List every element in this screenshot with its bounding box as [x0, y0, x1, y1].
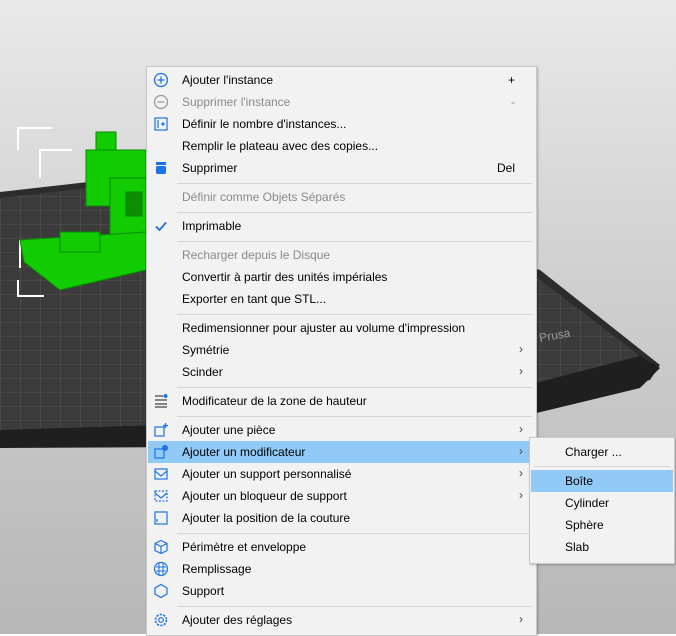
menu-item-label: Supprimer l'instance: [182, 95, 291, 109]
menu-item-perimeters[interactable]: Périmètre et enveloppe: [148, 536, 535, 558]
menu-separator: [177, 533, 532, 534]
menu-separator: [177, 387, 532, 388]
menu-item-label: Convertir à partir des unités impériales: [182, 270, 388, 284]
menu-item-label: Ajouter un bloqueur de support: [182, 489, 347, 503]
menu-item-remove-instance[interactable]: Supprimer l'instance -: [148, 91, 535, 113]
checkmark-icon: [155, 221, 167, 232]
chevron-right-icon: ›: [519, 466, 523, 480]
menu-item-add-modifier[interactable]: Ajouter un modificateur ›: [148, 441, 535, 463]
submenu-item-label: Slab: [565, 540, 590, 554]
context-menu: Ajouter l'instance + Supprimer l'instanc…: [146, 66, 537, 636]
menu-item-set-separate[interactable]: Définir comme Objets Séparés: [148, 186, 535, 208]
chevron-right-icon: ›: [519, 364, 523, 378]
menu-item-convert-imperial[interactable]: Convertir à partir des unités impériales: [148, 266, 535, 288]
menu-item-add-support-blocker[interactable]: Ajouter un bloqueur de support ›: [148, 485, 535, 507]
submenu-item-label: Sphère: [565, 518, 604, 532]
cube-shell-icon: [154, 539, 168, 555]
height-range-icon: [155, 394, 168, 408]
menu-item-label: Définir comme Objets Séparés: [182, 190, 346, 204]
menu-separator: [177, 183, 532, 184]
chevron-right-icon: ›: [519, 342, 523, 356]
menu-item-add-settings[interactable]: Ajouter des réglages ›: [148, 609, 535, 631]
chevron-right-icon: ›: [519, 488, 523, 502]
submenu-item-label: Boîte: [565, 474, 594, 488]
menu-item-set-instances[interactable]: Définir le nombre d'instances...: [148, 113, 535, 135]
menu-item-label: Ajouter une pièce: [182, 423, 276, 437]
menu-item-label: Support: [182, 584, 225, 598]
menu-item-label: Redimensionner pour ajuster au volume d'…: [182, 321, 466, 335]
chevron-right-icon: ›: [519, 444, 523, 458]
infill-icon: [153, 561, 169, 577]
seam-icon: [154, 511, 168, 525]
menu-item-reload[interactable]: Recharger depuis le Disque: [148, 244, 535, 266]
menu-item-fill-bed[interactable]: Remplir le plateau avec des copies...: [148, 135, 535, 157]
add-modifier-icon: [154, 445, 168, 459]
menu-item-label: Ajouter un modificateur: [182, 445, 306, 459]
submenu-item-cylinder[interactable]: Cylinder: [531, 492, 673, 514]
trash-icon: [156, 162, 166, 174]
support-enforcer-icon: [154, 468, 168, 480]
plus-circle-icon: [153, 72, 169, 88]
menu-item-label: Définir le nombre d'instances...: [182, 117, 347, 131]
support-blocker-icon: [154, 490, 168, 502]
gear-icon: [154, 613, 168, 627]
menu-item-label: Ajouter des réglages: [182, 613, 293, 627]
modifier-submenu: Charger ... Boîte Cylinder Sphère Slab: [529, 437, 675, 564]
menu-item-mirror[interactable]: Symétrie ›: [148, 339, 535, 361]
menu-item-label: Supprimer: [182, 161, 238, 175]
menu-item-support[interactable]: Support: [148, 580, 535, 602]
support-icon: [154, 583, 168, 599]
menu-separator: [177, 212, 532, 213]
menu-separator: [177, 314, 532, 315]
menu-item-label: Ajouter la position de la couture: [182, 511, 351, 525]
submenu-item-sphere[interactable]: Sphère: [531, 514, 673, 536]
minus-circle-icon: [153, 94, 169, 110]
menu-item-label: Imprimable: [182, 219, 242, 233]
menu-separator: [177, 606, 532, 607]
menu-separator: [177, 241, 532, 242]
chevron-right-icon: ›: [519, 422, 523, 436]
menu-item-add-seam[interactable]: Ajouter la position de la couture: [148, 507, 535, 529]
menu-item-add-support-enforcer[interactable]: Ajouter un support personnalisé ›: [148, 463, 535, 485]
menu-item-label: Symétrie: [182, 343, 230, 357]
menu-item-scale-to-volume[interactable]: Redimensionner pour ajuster au volume d'…: [148, 317, 535, 339]
add-part-icon: [154, 423, 168, 437]
submenu-item-label: Cylinder: [565, 496, 610, 510]
menu-item-label: Ajouter l'instance: [182, 73, 274, 87]
menu-item-label: Périmètre et enveloppe: [182, 540, 307, 554]
menu-item-label: Scinder: [182, 365, 223, 379]
menu-item-label: Exporter en tant que STL...: [182, 292, 327, 306]
menu-separator: [177, 416, 532, 417]
submenu-item-box[interactable]: Boîte: [531, 470, 673, 492]
menu-item-shortcut: -: [511, 95, 515, 109]
menu-item-add-part[interactable]: Ajouter une pièce ›: [148, 419, 535, 441]
menu-item-add-instance[interactable]: Ajouter l'instance +: [148, 69, 535, 91]
menu-item-delete[interactable]: Supprimer Del: [148, 157, 535, 179]
menu-item-shortcut: Del: [496, 161, 515, 175]
menu-item-label: Remplir le plateau avec des copies...: [182, 139, 379, 153]
menu-item-label: Recharger depuis le Disque: [182, 248, 331, 262]
instances-count-icon: [154, 117, 168, 131]
menu-item-label: Remplissage: [182, 562, 252, 576]
menu-item-shortcut: +: [507, 73, 515, 87]
chevron-right-icon: ›: [519, 612, 523, 626]
menu-item-split[interactable]: Scinder ›: [148, 361, 535, 383]
menu-item-label: Ajouter un support personnalisé: [182, 467, 352, 481]
menu-item-infill[interactable]: Remplissage: [148, 558, 535, 580]
menu-item-export-stl[interactable]: Exporter en tant que STL...: [148, 288, 535, 310]
menu-separator: [534, 466, 670, 467]
submenu-item-slab[interactable]: Slab: [531, 536, 673, 558]
menu-item-label: Modificateur de la zone de hauteur: [182, 394, 367, 408]
menu-item-printable[interactable]: Imprimable: [148, 215, 535, 237]
submenu-item-label: Charger ...: [565, 445, 622, 459]
menu-item-height-modifier[interactable]: Modificateur de la zone de hauteur: [148, 390, 535, 412]
submenu-item-load[interactable]: Charger ...: [531, 441, 673, 463]
